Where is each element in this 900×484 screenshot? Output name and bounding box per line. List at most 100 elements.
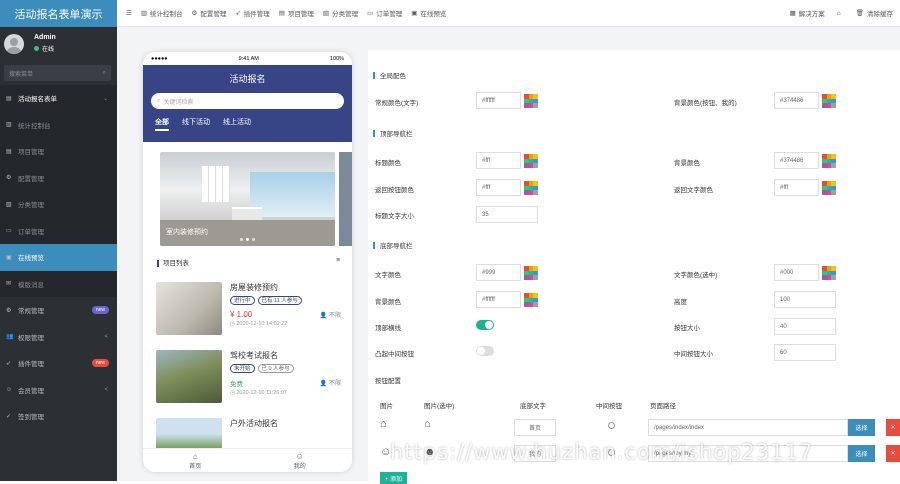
item-image — [156, 350, 222, 403]
col-header-middle: 中间按钮 — [596, 403, 622, 410]
avatar — [4, 33, 24, 54]
solutions-button[interactable]: ▦ 解决方案 — [790, 8, 825, 18]
back-text-color-value: #fff — [780, 184, 789, 191]
back-text-color-input[interactable]: #fff — [774, 179, 819, 196]
top-bg-input[interactable]: #374486 — [774, 152, 819, 169]
sidebar-search-input[interactable]: 搜索菜单 ⌕ — [4, 65, 111, 81]
nav-home-label: 首页 — [189, 464, 202, 470]
sidebar-item-plugins[interactable]: ➶ 插件管理 new — [0, 350, 117, 377]
nav-bg-value: #ffffff — [482, 296, 495, 303]
list-menu-icon[interactable]: ≡ — [336, 257, 340, 267]
phone-tab-all[interactable]: 全部 — [155, 117, 169, 131]
middle-radio[interactable] — [608, 422, 615, 429]
color-picker-icon[interactable] — [822, 154, 836, 168]
home-outline-icon[interactable]: ⌂ — [380, 418, 387, 430]
sidebar-item-activity-form[interactable]: ▤ 活动报名表单 ⌄ — [0, 85, 117, 112]
title-font-size-value: 35 — [482, 211, 489, 218]
page-path-input[interactable]: /pages/index/index — [648, 419, 848, 436]
sidebar-item-orders[interactable]: ▭ 订单管理 — [0, 217, 117, 244]
height-input[interactable]: 100 — [774, 291, 836, 308]
bg-color-value: #374486 — [780, 97, 804, 104]
nav-mine-label: 我的 — [293, 464, 306, 470]
color-picker-icon[interactable] — [524, 94, 538, 108]
delete-button[interactable]: ✕ — [886, 445, 900, 462]
color-picker-icon[interactable] — [822, 181, 836, 195]
status-badge: 进行中 — [230, 296, 255, 305]
tab-categories[interactable]: ▧ 分类管理 — [323, 8, 358, 18]
sidebar-item-projects[interactable]: ▤ 项目管理 — [0, 138, 117, 165]
choose-button[interactable]: 选择 — [848, 419, 875, 436]
bg-color-input[interactable]: #374486 — [774, 92, 819, 109]
list-item[interactable]: 户外活动报名 — [156, 418, 341, 448]
tab-label: 在线预览 — [420, 11, 447, 18]
top-border-toggle[interactable] — [476, 320, 494, 330]
color-picker-icon[interactable] — [524, 154, 538, 168]
add-button[interactable]: + 添加 — [380, 472, 407, 484]
phone-preview: ●●●●● 9:41 AM 100% 活动报名 ⌕ 关键词检索 全部 线下活动 线… — [143, 52, 352, 472]
item-image — [156, 418, 222, 448]
sidebar-item-templates[interactable]: ✉ 模版消息 — [0, 270, 117, 297]
tab-preview[interactable]: ▣ 在线预览 — [411, 8, 446, 18]
sidebar-item-config[interactable]: ⚙ 配置管理 — [0, 164, 117, 191]
user-name: Admin — [34, 34, 56, 41]
search-icon[interactable]: ⌕ — [103, 70, 106, 77]
home-filled-icon[interactable]: ⌂ — [424, 418, 431, 430]
color-picker-icon[interactable] — [524, 293, 538, 307]
sidebar-item-members[interactable]: ☺ 会员管理 < — [0, 377, 117, 404]
project-list-title: 项目列表 — [163, 260, 189, 267]
banner-image[interactable]: 室内装修预约 — [160, 152, 335, 246]
list-item[interactable]: 房屋装修预约 进行中 已有 11 人参与 ¥ 1.00 👤 不限 ◷ 2020-12… — [156, 282, 341, 335]
back-btn-color-input[interactable]: #fff — [476, 179, 521, 196]
nav-home[interactable]: ⌂ 首页 — [143, 449, 248, 472]
sidebar-item-preview[interactable]: ▣ 在线预览 — [0, 244, 117, 271]
phone-tab-online[interactable]: 线上活动 — [223, 117, 251, 131]
color-picker-icon[interactable] — [524, 266, 538, 280]
btn-size-input[interactable]: 40 — [774, 318, 836, 335]
users-icon: 👥 — [6, 334, 14, 341]
nav-mine[interactable]: ☺ 我的 — [248, 449, 353, 472]
menu-toggle-icon[interactable]: ☰ — [126, 9, 132, 17]
sidebar-item-dashboard[interactable]: ▥ 统计控制台 — [0, 111, 117, 138]
nav-text-active-input[interactable]: #000 — [774, 264, 819, 281]
button-text-input[interactable]: 首页 — [514, 419, 556, 436]
sidebar-item-permissions[interactable]: 👥 权限管理 < — [0, 324, 117, 351]
sidebar-item-signin[interactable]: ✓ 签到管理 — [0, 403, 117, 430]
participants-badge: 已 0 人参与 — [257, 364, 294, 373]
phone-tab-offline[interactable]: 线下活动 — [182, 117, 210, 131]
top-border-label: 顶部横线 — [375, 325, 401, 332]
tab-config[interactable]: ⚙ 配置管理 — [191, 8, 226, 18]
title-font-size-input[interactable]: 35 — [476, 206, 538, 223]
tab-projects[interactable]: ▤ 项目管理 — [279, 8, 314, 18]
tab-orders[interactable]: ▭ 订单管理 — [367, 8, 402, 18]
item-title: 驾校考试报名 — [230, 351, 278, 360]
list-item[interactable]: 驾校考试报名 未开始已 0 人参与 免费 👤 不限 ◷ 2020-12-10 11… — [156, 350, 341, 403]
middle-btn-toggle[interactable] — [476, 346, 494, 356]
home-button[interactable]: ⌂ — [837, 10, 844, 17]
color-picker-icon[interactable] — [822, 94, 836, 108]
title-color-input[interactable]: #fff — [476, 152, 521, 169]
common-text-color-input[interactable]: #ffffff — [476, 92, 521, 109]
sidebar-item-categories[interactable]: ▧ 分类管理 — [0, 191, 117, 218]
color-picker-icon[interactable] — [822, 266, 836, 280]
btn-size-value: 40 — [780, 323, 787, 330]
choose-button[interactable]: 选择 — [848, 445, 875, 462]
folder-icon: ▤ — [278, 10, 285, 17]
middle-btn-label: 凸起中间按钮 — [375, 351, 414, 358]
sidebar-item-general[interactable]: ⚙ 常规管理 new — [0, 297, 117, 324]
plugin-icon: ➶ — [6, 360, 12, 367]
clear-cache-button[interactable]: 🗑 清除缓存 — [856, 8, 893, 18]
nav-text-color-label: 文字颜色 — [375, 272, 401, 279]
col-header-image-active: 图片(选中) — [424, 403, 455, 410]
tab-plugins[interactable]: ➶ 插件管理 — [235, 8, 269, 18]
tab-dashboard[interactable]: ▥ 统计控制台 — [141, 8, 183, 18]
sidebar-item-label: 签到管理 — [18, 414, 44, 422]
trash-icon: 🗑 — [855, 10, 864, 17]
phone-search-input[interactable]: ⌕ 关键词检索 — [151, 93, 344, 109]
nav-text-color-input[interactable]: #999 — [476, 264, 521, 281]
user-icon: ☺ — [295, 452, 304, 461]
delete-button[interactable]: ✕ — [886, 419, 900, 436]
middle-btn-size-input[interactable]: 60 — [774, 344, 836, 361]
color-picker-icon[interactable] — [524, 181, 538, 195]
nav-bg-input[interactable]: #ffffff — [476, 291, 521, 308]
grid-icon: ▦ — [789, 10, 796, 17]
